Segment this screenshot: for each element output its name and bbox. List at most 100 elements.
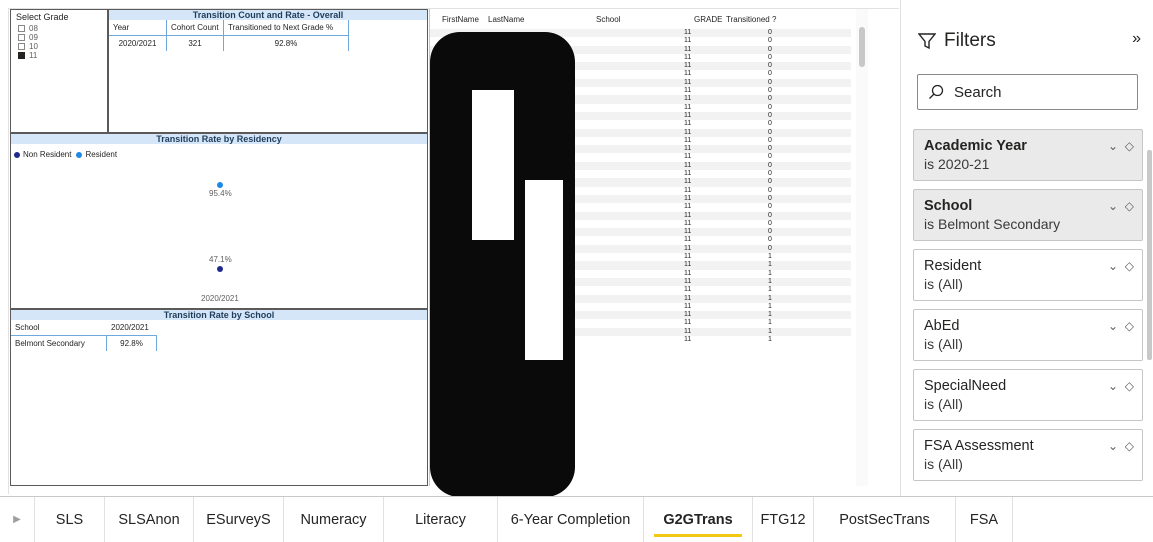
- clear-filter-icon[interactable]: ◇: [1125, 379, 1134, 393]
- column-header[interactable]: 2020/2021: [107, 320, 157, 336]
- legend-label-resident[interactable]: Resident: [85, 150, 117, 159]
- scroll-thumb[interactable]: [859, 27, 865, 67]
- transitioned-cell: 1: [768, 302, 772, 310]
- chevron-down-icon[interactable]: ⌄: [1108, 199, 1118, 213]
- column-header[interactable]: Cohort Count: [167, 20, 224, 36]
- table-cell: 92.8%: [107, 336, 157, 351]
- table-cell: Belmont Secondary: [11, 336, 107, 351]
- filter-name: FSA Assessment: [924, 438, 1034, 454]
- filter-card-actions: ⌄ ◇: [1108, 379, 1134, 393]
- grade-option-08[interactable]: 08: [11, 24, 107, 33]
- grade-option-11[interactable]: 11: [11, 51, 107, 60]
- column-header[interactable]: School: [11, 320, 107, 336]
- table-scrollbar[interactable]: [856, 9, 868, 486]
- residency-chart: Transition Rate by Residency Non Residen…: [10, 133, 428, 309]
- filter-value: is 2020-21: [924, 156, 990, 172]
- filter-card-fsa-assessment[interactable]: FSA Assessment is (All) ⌄ ◇: [913, 429, 1143, 481]
- tab-postsectrans[interactable]: PostSecTrans: [814, 497, 956, 542]
- chevron-down-icon[interactable]: ⌄: [1108, 259, 1118, 273]
- filters-scrollbar[interactable]: [1147, 150, 1152, 360]
- transitioned-cell: 1: [768, 277, 772, 285]
- filter-card-actions: ⌄ ◇: [1108, 319, 1134, 333]
- column-header[interactable]: Transitioned to Next Grade %: [224, 20, 349, 36]
- chevron-down-icon[interactable]: ⌄: [1108, 319, 1118, 333]
- grade-cell: 11: [684, 286, 692, 294]
- chevron-down-icon[interactable]: ⌄: [1108, 439, 1118, 453]
- column-header[interactable]: Year: [109, 20, 167, 36]
- tab-ftg12[interactable]: FTG12: [753, 497, 814, 542]
- filter-card-actions: ⌄ ◇: [1108, 259, 1134, 273]
- clear-filter-icon[interactable]: ◇: [1125, 439, 1134, 453]
- filters-header: Filters: [918, 30, 996, 52]
- data-point-resident[interactable]: [217, 181, 223, 188]
- filter-name: AbEd: [924, 318, 960, 334]
- column-header[interactable]: School: [596, 15, 620, 24]
- transitioned-cell: 0: [768, 228, 772, 236]
- chevron-down-icon[interactable]: ⌄: [1108, 379, 1118, 393]
- chevron-down-icon[interactable]: ⌄: [1108, 139, 1118, 153]
- filter-icon: [918, 33, 936, 50]
- grade-cell: 11: [684, 203, 692, 211]
- transitioned-cell: 0: [768, 136, 772, 144]
- search-icon: [929, 84, 944, 99]
- filter-card-specialneed[interactable]: SpecialNeed is (All) ⌄ ◇: [913, 369, 1143, 421]
- filter-card-school[interactable]: School is Belmont Secondary ⌄ ◇: [913, 189, 1143, 241]
- clear-filter-icon[interactable]: ◇: [1125, 259, 1134, 273]
- transitioned-cell: 0: [768, 153, 772, 161]
- filter-search-input[interactable]: Search: [917, 74, 1138, 110]
- grade-cell: 11: [684, 136, 692, 144]
- tab-6-year-completion[interactable]: 6-Year Completion: [498, 497, 644, 542]
- tab-numeracy[interactable]: Numeracy: [284, 497, 384, 542]
- tab-scroll-left-icon[interactable]: ▶: [0, 497, 35, 542]
- data-point-non-resident[interactable]: [217, 265, 223, 272]
- transitioned-cell: 1: [768, 269, 772, 277]
- filter-card-actions: ⌄ ◇: [1108, 439, 1134, 453]
- transitioned-cell: 0: [768, 145, 772, 153]
- tab-literacy[interactable]: Literacy: [384, 497, 498, 542]
- grade-cell: 11: [684, 53, 692, 61]
- filter-name: Resident: [924, 258, 982, 274]
- grade-cell: 11: [684, 153, 692, 161]
- filter-card-abed[interactable]: AbEd is (All) ⌄ ◇: [913, 309, 1143, 361]
- transitioned-cell: 0: [768, 45, 772, 53]
- grade-cell: 11: [684, 103, 692, 111]
- checkbox-icon[interactable]: [18, 34, 25, 41]
- tab-fsa[interactable]: FSA: [956, 497, 1013, 542]
- legend-label-non-resident[interactable]: Non Resident: [23, 150, 71, 159]
- grade-option-09[interactable]: 09: [11, 33, 107, 42]
- checkbox-icon[interactable]: [18, 52, 25, 59]
- transitioned-cell: 1: [768, 261, 772, 269]
- column-header[interactable]: GRADE: [694, 15, 722, 24]
- clear-filter-icon[interactable]: ◇: [1125, 319, 1134, 333]
- transitioned-cell: 0: [768, 161, 772, 169]
- checkbox-icon[interactable]: [18, 25, 25, 32]
- grade-cell: 11: [684, 211, 692, 219]
- filter-value: is (All): [924, 396, 963, 412]
- column-header[interactable]: LastName: [488, 15, 524, 24]
- grade-cell: 11: [684, 261, 692, 269]
- column-header[interactable]: Transitioned ?: [726, 15, 776, 24]
- student-table-header: FirstName LastName School GRADE Transiti…: [430, 9, 868, 29]
- tab-esurveys[interactable]: ESurveyS: [194, 497, 284, 542]
- filter-name: SpecialNeed: [924, 378, 1007, 394]
- column-header[interactable]: FirstName: [442, 15, 479, 24]
- grade-cell: 11: [684, 87, 692, 95]
- filter-card-resident[interactable]: Resident is (All) ⌄ ◇: [913, 249, 1143, 301]
- transitioned-cell: 0: [768, 95, 772, 103]
- tab-sls[interactable]: SLS: [35, 497, 105, 542]
- filter-card-academic-year[interactable]: Academic Year is 2020-21 ⌄ ◇: [913, 129, 1143, 181]
- transitioned-cell: 0: [768, 170, 772, 178]
- clear-filter-icon[interactable]: ◇: [1125, 139, 1134, 153]
- tab-slsanon[interactable]: SLSAnon: [105, 497, 194, 542]
- grade-cell: 11: [684, 311, 692, 319]
- collapse-pane-icon[interactable]: »: [1132, 30, 1141, 48]
- checkbox-icon[interactable]: [18, 43, 25, 50]
- transitioned-cell: 0: [768, 178, 772, 186]
- grade-cell: 11: [684, 335, 692, 343]
- tab-g2gtrans[interactable]: G2GTrans: [644, 497, 753, 542]
- filter-card-actions: ⌄ ◇: [1108, 139, 1134, 153]
- filter-value: is Belmont Secondary: [924, 216, 1061, 232]
- overall-title: Transition Count and Rate - Overall: [109, 10, 427, 20]
- clear-filter-icon[interactable]: ◇: [1125, 199, 1134, 213]
- grade-option-10[interactable]: 10: [11, 42, 107, 51]
